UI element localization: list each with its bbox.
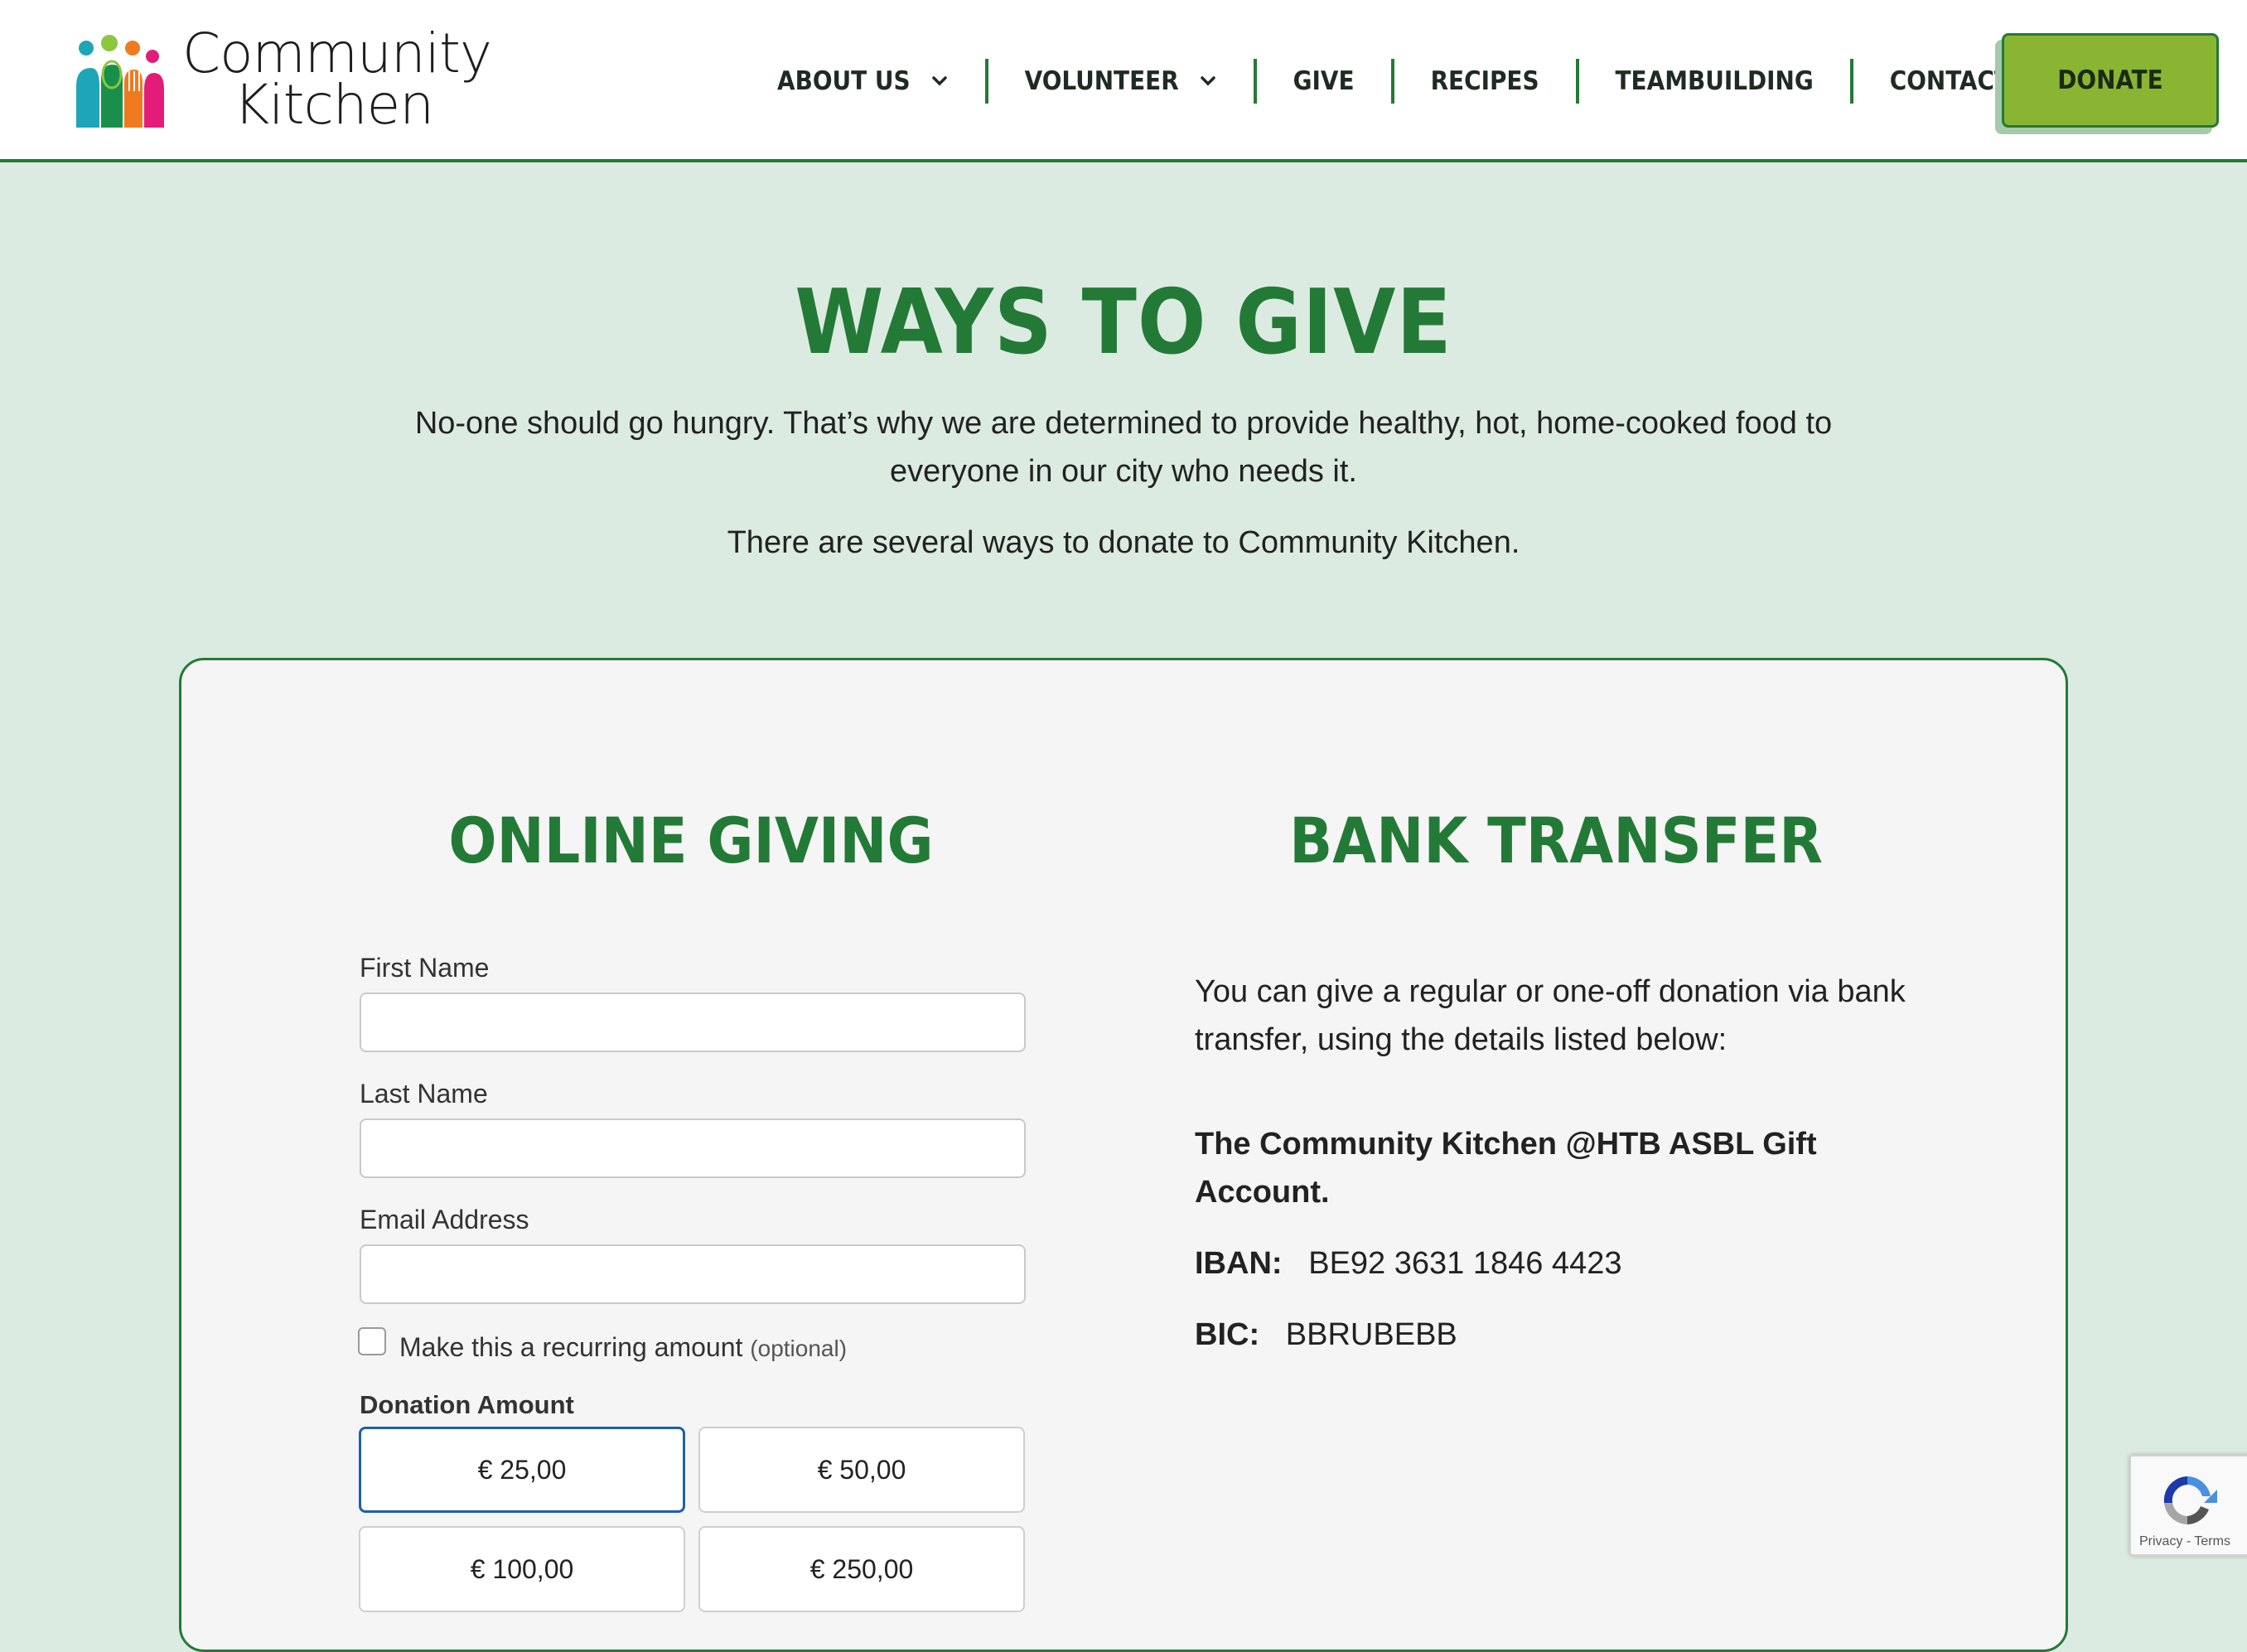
site-logo[interactable]: Community Kitchen	[71, 27, 492, 136]
nav-label: ABOUT US	[777, 66, 911, 96]
bic-row: BIC: BBRUBEBB	[1195, 1311, 1457, 1359]
amount-option-25[interactable]: € 25,00	[359, 1427, 685, 1513]
chevron-down-icon	[1200, 76, 1215, 86]
nav-label: CONTACT	[1889, 66, 2010, 96]
iban-row: IBAN: BE92 3631 1846 4423	[1195, 1239, 1621, 1287]
bic-value: BBRUBEBB	[1285, 1317, 1457, 1352]
iban-label: IBAN:	[1195, 1246, 1283, 1281]
logo-line-1: Community	[182, 22, 492, 85]
bank-transfer-title: BANK TRANSFER	[1289, 804, 1823, 877]
online-giving-title: ONLINE GIVING	[448, 804, 934, 877]
nav-item-volunteer[interactable]: VOLUNTEER	[988, 55, 1254, 108]
nav-item-about-us[interactable]: ABOUT US	[762, 55, 985, 108]
bic-label: BIC:	[1195, 1317, 1260, 1352]
community-kitchen-logo-icon	[76, 35, 164, 128]
first-name-field[interactable]	[360, 993, 1026, 1052]
nav-item-give[interactable]: GIVE	[1257, 55, 1391, 108]
recaptcha-badge[interactable]: Privacy - Terms	[2129, 1455, 2247, 1556]
recurring-label[interactable]: Make this a recurring amount (optional)	[399, 1331, 847, 1365]
donation-amount-label: Donation Amount	[360, 1390, 574, 1419]
recurring-optional-text: (optional)	[750, 1336, 848, 1361]
donate-button[interactable]: DONATE	[2002, 33, 2219, 128]
last-name-label: Last Name	[360, 1079, 488, 1109]
nav-label: VOLUNTEER	[1024, 66, 1179, 96]
logo-wordmark: Community Kitchen	[182, 22, 492, 137]
email-label: Email Address	[360, 1205, 529, 1234]
nav-label: RECIPES	[1430, 66, 1539, 96]
nav-item-teambuilding[interactable]: TEAMBUILDING	[1579, 55, 1850, 108]
nav-label: GIVE	[1293, 66, 1355, 96]
nav-label: TEAMBUILDING	[1615, 66, 1814, 96]
logo-line-2: Kitchen	[234, 73, 434, 137]
site-header: Community Kitchen ABOUT US VOLUNTEER GIV…	[0, 0, 2247, 162]
recurring-checkbox[interactable]	[358, 1327, 386, 1355]
recurring-label-text: Make this a recurring amount	[399, 1332, 743, 1362]
email-field[interactable]	[360, 1244, 1026, 1304]
main-nav: ABOUT US VOLUNTEER GIVE RECIPES TEAMBUIL…	[762, 55, 2046, 108]
amount-option-250[interactable]: € 250,00	[698, 1526, 1025, 1612]
iban-value: BE92 3631 1846 4423	[1308, 1246, 1622, 1281]
page-title: WAYS TO GIVE	[795, 271, 1452, 374]
amount-option-100[interactable]: € 100,00	[359, 1526, 685, 1612]
recaptcha-icon	[2163, 1476, 2217, 1524]
nav-item-recipes[interactable]: RECIPES	[1394, 55, 1576, 108]
amount-option-50[interactable]: € 50,00	[698, 1427, 1025, 1513]
last-name-field[interactable]	[360, 1118, 1026, 1178]
chevron-down-icon	[931, 76, 947, 86]
intro-subtext: There are several ways to donate to Comm…	[727, 525, 1520, 560]
intro-text: No-one should go hungry. That’s why we a…	[414, 406, 1833, 489]
first-name-label: First Name	[360, 953, 490, 983]
recaptcha-links[interactable]: Privacy - Terms	[2139, 1534, 2230, 1549]
bank-transfer-description: You can give a regular or one-off donati…	[1195, 974, 1906, 1057]
bank-account-name: The Community Kitchen @HTB ASBL Gift Acc…	[1195, 1127, 1817, 1210]
